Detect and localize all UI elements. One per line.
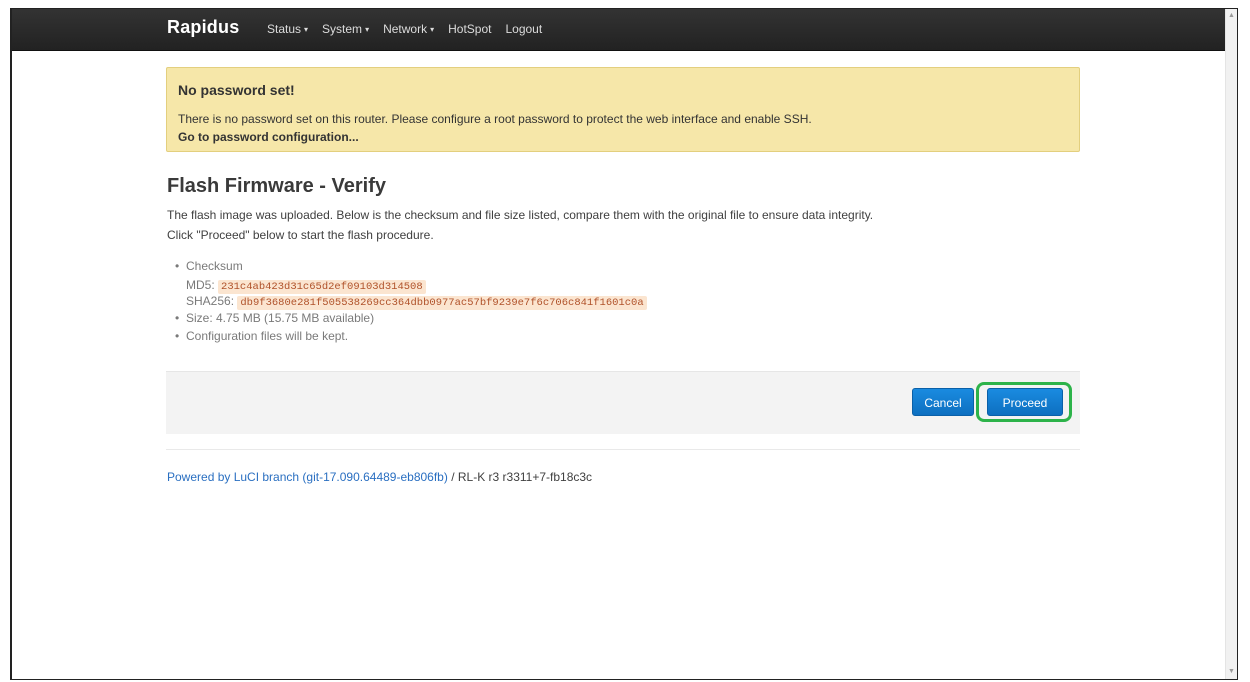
- menu-system-label: System: [322, 22, 363, 36]
- action-bar: Cancel Proceed: [166, 371, 1080, 434]
- footer-version: / RL-K r3 r3311+7-fb18c3c: [447, 470, 593, 484]
- list-item: • Size: 4.75 MB (15.75 MB available): [175, 311, 374, 325]
- proceed-button[interactable]: Proceed: [987, 388, 1063, 416]
- top-navbar: Rapidus Status ▾ System ▾ Network ▾ HotSpot…: [12, 9, 1226, 51]
- browser-viewport: Rapidus Status ▾ System ▾ Network ▾ HotSpot…: [10, 8, 1238, 680]
- menu-hotspot[interactable]: HotSpot: [448, 22, 491, 36]
- scroll-down-icon[interactable]: ▼: [1228, 667, 1235, 677]
- list-item: • Configuration files will be kept.: [175, 329, 348, 343]
- menu-status-label: Status: [267, 22, 302, 36]
- size-text: Size: 4.75 MB (15.75 MB available): [186, 311, 375, 325]
- page-description: The flash image was uploaded. Below is t…: [167, 208, 874, 222]
- md5-label: MD5:: [186, 278, 215, 292]
- menu-logout[interactable]: Logout: [505, 22, 542, 36]
- menu-status[interactable]: Status ▾: [267, 22, 308, 36]
- chevron-down-icon: ▾: [304, 25, 309, 34]
- footer-divider: [166, 449, 1080, 450]
- md5-value: 231c4ab423d31c65d2ef09103d314508: [218, 280, 426, 294]
- scroll-up-icon[interactable]: ▲: [1228, 11, 1235, 21]
- no-password-alert: No password set! There is no password se…: [166, 67, 1080, 152]
- chevron-down-icon: ▾: [365, 25, 370, 34]
- cancel-button[interactable]: Cancel: [912, 388, 974, 416]
- bullet-icon: •: [175, 259, 180, 273]
- page-title: Flash Firmware - Verify: [167, 175, 386, 197]
- alert-text: There is no password set on this router.…: [178, 112, 812, 126]
- sha256-label: SHA256:: [186, 294, 235, 308]
- main-menu: Status ▾ System ▾ Network ▾ HotSpot Logout: [267, 22, 556, 36]
- luci-link[interactable]: Powered by LuCI branch (git-17.090.64489…: [167, 470, 448, 484]
- vertical-scrollbar[interactable]: ▲ ▼: [1225, 9, 1237, 679]
- menu-network[interactable]: Network ▾: [383, 22, 434, 36]
- config-kept-text: Configuration files will be kept.: [186, 329, 349, 343]
- menu-system[interactable]: System ▾: [322, 22, 369, 36]
- bullet-icon: •: [175, 329, 180, 343]
- list-item: • Checksum: [175, 259, 243, 273]
- sha256-value: db9f3680e281f505538269cc364dbb0977ac57bf…: [237, 296, 647, 310]
- alert-title: No password set!: [178, 82, 295, 98]
- bullet-icon: •: [175, 311, 180, 325]
- brand-logo[interactable]: Rapidus: [167, 17, 239, 38]
- menu-network-label: Network: [383, 22, 428, 36]
- footer: Powered by LuCI branch (git-17.090.64489…: [167, 470, 592, 484]
- password-config-link[interactable]: Go to password configuration...: [178, 130, 359, 144]
- checksum-label: Checksum: [186, 259, 243, 273]
- chevron-down-icon: ▾: [430, 25, 435, 34]
- sha256-row: SHA256: db9f3680e281f505538269cc364dbb09…: [175, 294, 647, 310]
- page-instruction: Click "Proceed" below to start the flash…: [167, 228, 434, 242]
- md5-row: MD5: 231c4ab423d31c65d2ef09103d314508: [175, 278, 426, 294]
